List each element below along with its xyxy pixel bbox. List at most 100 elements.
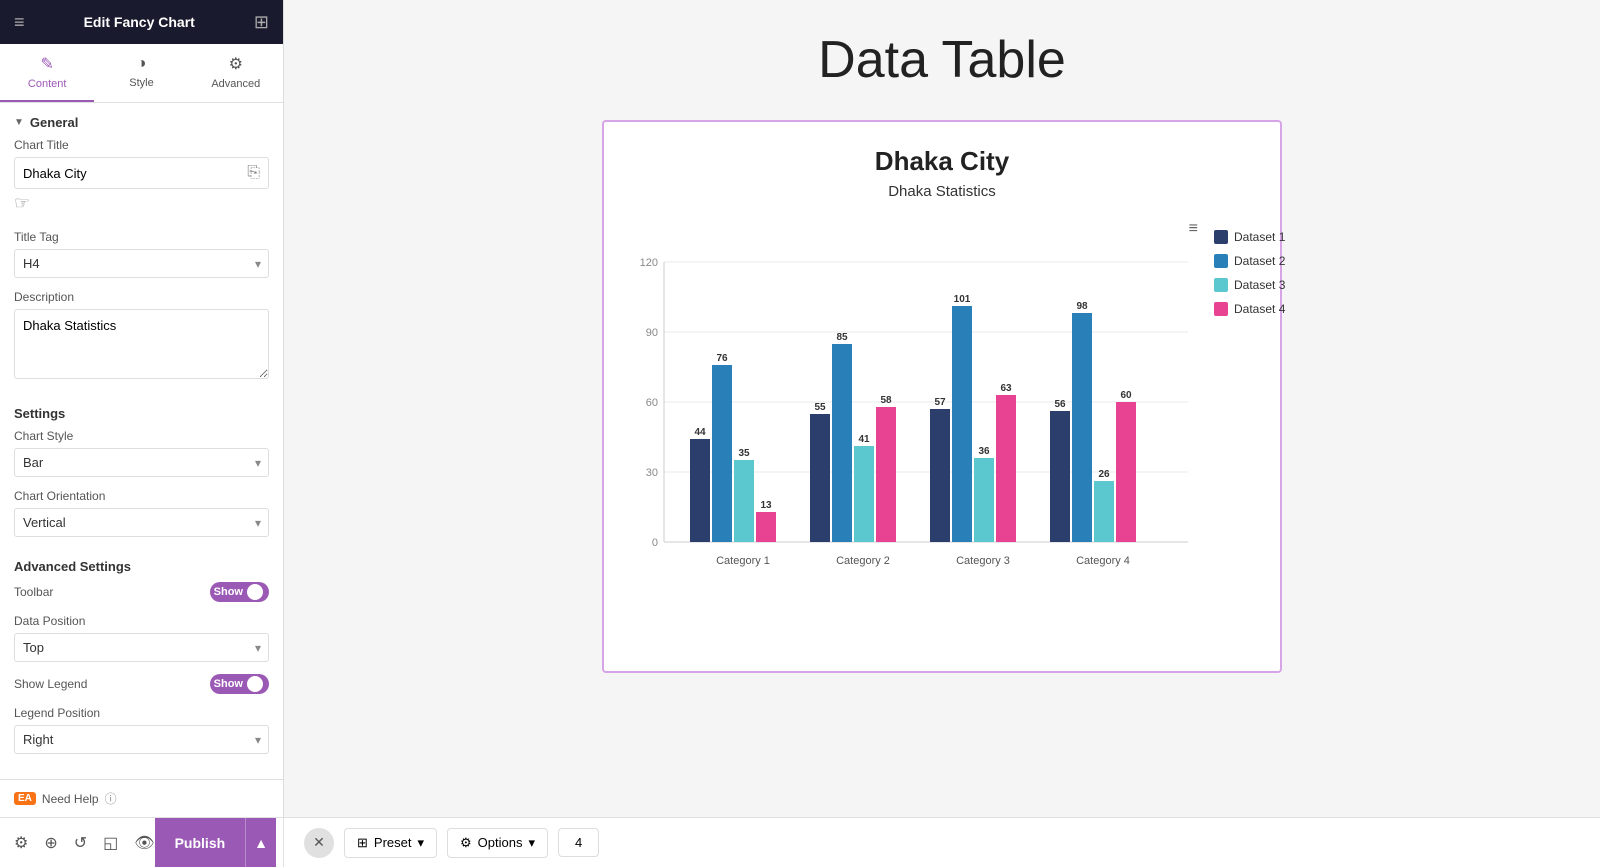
svg-text:60: 60 [646, 397, 658, 409]
bar [1050, 411, 1070, 542]
chart-title-input[interactable] [15, 160, 239, 187]
svg-text:13: 13 [760, 500, 772, 511]
template-bottom-icon[interactable]: ◱ [103, 833, 118, 853]
eye-bottom-icon[interactable]: 👁 [134, 833, 154, 853]
chart-title-field: Chart Title ⎘ ☞ [14, 138, 269, 218]
preset-button[interactable]: ⊞ Preset ▾ [344, 828, 437, 858]
options-label: Options [478, 835, 523, 850]
svg-text:44: 44 [694, 427, 706, 438]
bar [1072, 313, 1092, 542]
bottom-icons: ⚙ ⊕ ↺ ◱ 👁 [14, 833, 155, 853]
legend-item-3: Dataset 3 [1214, 278, 1285, 292]
svg-text:120: 120 [640, 257, 658, 269]
svg-text:35: 35 [738, 448, 750, 459]
layers-bottom-icon[interactable]: ⊕ [44, 833, 57, 853]
chart-container: Dhaka City Dhaka Statistics ≡ [602, 120, 1282, 673]
grid-icon[interactable]: ⊞ [254, 12, 269, 33]
legend-color-3 [1214, 278, 1228, 292]
description-label: Description [14, 290, 269, 304]
chart-orientation-select[interactable]: VerticalHorizontal [14, 508, 269, 537]
data-position-select[interactable]: TopBottomLeftRightNone [14, 633, 269, 662]
copy-icon[interactable]: ⎘ [239, 158, 268, 188]
publish-section: Publish ▲ [155, 818, 276, 867]
legend-item-1: Dataset 1 [1214, 230, 1285, 244]
tab-content[interactable]: ✎ Content [0, 44, 94, 102]
general-label: General [30, 115, 78, 130]
undo-bottom-icon[interactable]: ↺ [74, 833, 87, 853]
show-legend-toggle-circle [247, 676, 263, 692]
bottom-bar-left: ⚙ ⊕ ↺ ◱ 👁 Publish ▲ [0, 818, 284, 867]
show-legend-label: Show Legend [14, 677, 87, 691]
sidebar: ≡ Edit Fancy Chart ⊞ ✎ Content ◑ Style ⚙… [0, 0, 284, 817]
svg-text:41: 41 [858, 434, 870, 445]
legend-label-2: Dataset 2 [1234, 254, 1285, 268]
svg-text:57: 57 [934, 397, 946, 408]
bar [1094, 481, 1114, 542]
bar [810, 414, 830, 542]
tab-advanced[interactable]: ⚙ Advanced [189, 44, 283, 102]
legend-label-4: Dataset 4 [1234, 302, 1285, 316]
legend-item-4: Dataset 4 [1214, 302, 1285, 316]
bar [876, 407, 896, 542]
close-button[interactable]: ✕ [304, 828, 334, 858]
ea-badge: EA [14, 792, 36, 805]
publish-button[interactable]: Publish [155, 818, 246, 867]
publish-expand-icon[interactable]: ▲ [245, 818, 276, 867]
svg-text:90: 90 [646, 327, 658, 339]
chart-orientation-label: Chart Orientation [14, 489, 269, 503]
chart-style-label: Chart Style [14, 429, 269, 443]
general-chevron-icon: ▼ [14, 117, 24, 128]
bottom-bar: ⚙ ⊕ ↺ ◱ 👁 Publish ▲ ✕ ⊞ Preset ▾ ⚙ Optio… [0, 817, 1600, 867]
chart-title-input-wrapper: ⎘ [14, 157, 269, 189]
hamburger-icon[interactable]: ≡ [14, 12, 25, 33]
general-section-header[interactable]: ▼ General [14, 103, 269, 138]
toolbar-toggle-row: Toolbar Show [14, 582, 269, 602]
chart-title-label: Chart Title [14, 138, 269, 152]
data-position-label: Data Position [14, 614, 269, 628]
sidebar-tabs: ✎ Content ◑ Style ⚙ Advanced [0, 44, 283, 103]
advanced-settings-label: Advanced Settings [14, 549, 269, 582]
svg-text:76: 76 [716, 353, 728, 364]
help-circle-icon: ⓘ [105, 790, 117, 807]
tab-style[interactable]: ◑ Style [94, 44, 188, 102]
data-position-field: Data Position TopBottomLeftRightNone [14, 614, 269, 662]
bar [832, 344, 852, 542]
chart-orientation-select-wrapper: VerticalHorizontal [14, 508, 269, 537]
chart-inner: 120 90 60 30 0 44 [628, 242, 1198, 647]
legend-label-1: Dataset 1 [1234, 230, 1285, 244]
data-position-select-wrapper: TopBottomLeftRightNone [14, 633, 269, 662]
svg-text:Category 4: Category 4 [1076, 555, 1130, 567]
legend-position-select[interactable]: RightLeftTopBottom [14, 725, 269, 754]
title-tag-select-wrapper: H1H2H3H4H5H6 [14, 249, 269, 278]
bar [974, 458, 994, 542]
preset-label: Preset [374, 835, 412, 850]
legend-position-label: Legend Position [14, 706, 269, 720]
svg-text:60: 60 [1120, 390, 1132, 401]
chart-svg: 120 90 60 30 0 44 [628, 242, 1198, 642]
show-legend-toggle[interactable]: Show [210, 674, 269, 694]
title-tag-field: Title Tag H1H2H3H4H5H6 [14, 230, 269, 278]
options-chevron-icon: ▾ [528, 835, 535, 851]
advanced-tab-icon: ⚙ [229, 54, 243, 74]
data-section-header[interactable]: ▶ Data [14, 766, 269, 779]
need-help-link[interactable]: EA Need Help ⓘ [14, 790, 117, 807]
sidebar-footer: EA Need Help ⓘ [0, 779, 283, 817]
bottom-bar-right: ✕ ⊞ Preset ▾ ⚙ Options ▾ 4 [284, 828, 1600, 858]
legend-position-field: Legend Position RightLeftTopBottom [14, 706, 269, 754]
chart-area: ≡ 120 90 60 [628, 220, 1256, 647]
chart-toolbar[interactable]: ≡ [628, 220, 1198, 238]
sidebar-header: ≡ Edit Fancy Chart ⊞ [0, 0, 283, 44]
options-button[interactable]: ⚙ Options ▾ [447, 828, 548, 858]
svg-text:30: 30 [646, 467, 658, 479]
svg-text:101: 101 [954, 294, 971, 305]
chart-plot: ≡ 120 90 60 [628, 220, 1198, 647]
description-textarea[interactable]: Dhaka Statistics [14, 309, 269, 379]
page-number: 4 [558, 828, 599, 857]
title-tag-select[interactable]: H1H2H3H4H5H6 [14, 249, 269, 278]
toolbar-toggle[interactable]: Show [210, 582, 269, 602]
bar [690, 439, 710, 542]
chart-style-select[interactable]: BarLinePieDoughnut [14, 448, 269, 477]
settings-bottom-icon[interactable]: ⚙ [14, 833, 28, 853]
svg-text:85: 85 [836, 332, 848, 343]
svg-text:Category 2: Category 2 [836, 555, 890, 567]
